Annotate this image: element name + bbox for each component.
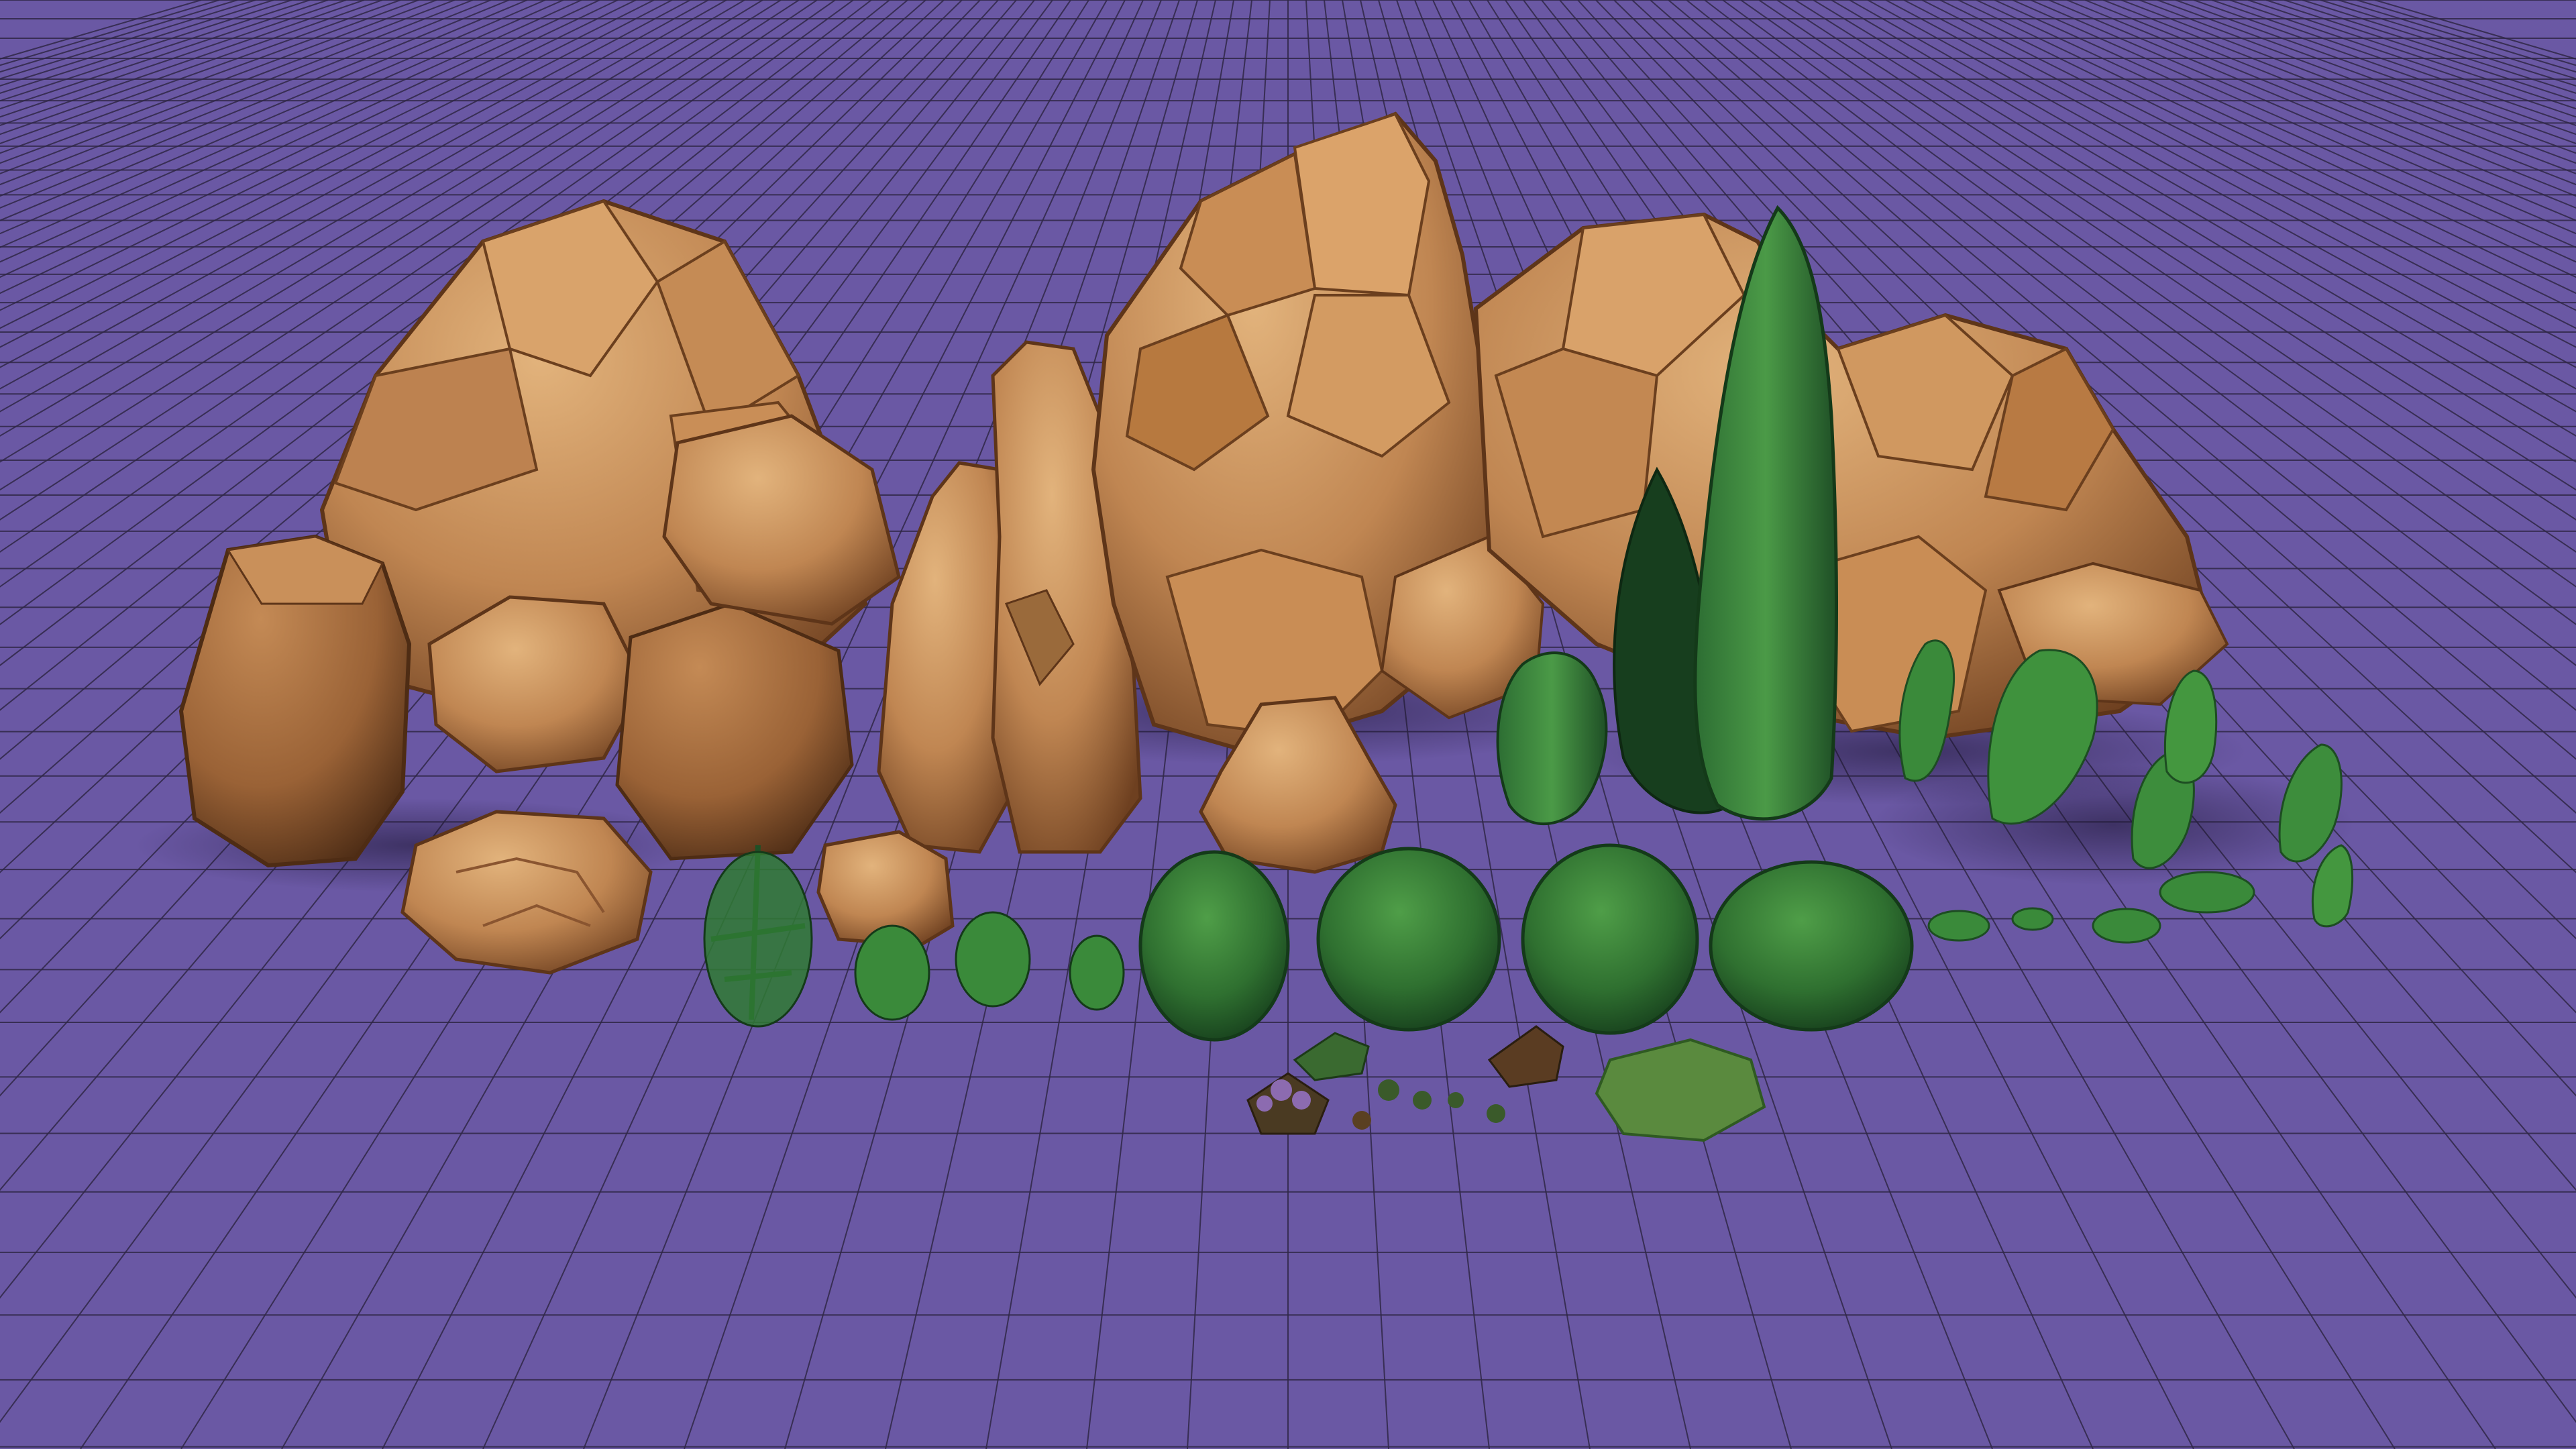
- sapling-4[interactable]: [1069, 934, 1125, 1011]
- bush-1[interactable]: [1138, 850, 1290, 1042]
- bush-2[interactable]: [1316, 847, 1501, 1032]
- scene-canvas[interactable]: [0, 0, 2576, 1449]
- sapling-2[interactable]: [854, 924, 930, 1021]
- sapling-3[interactable]: [955, 911, 1031, 1008]
- bush-3[interactable]: [1521, 843, 1699, 1035]
- bush-4[interactable]: [1709, 860, 1914, 1032]
- 3d-viewport[interactable]: [0, 0, 2576, 1449]
